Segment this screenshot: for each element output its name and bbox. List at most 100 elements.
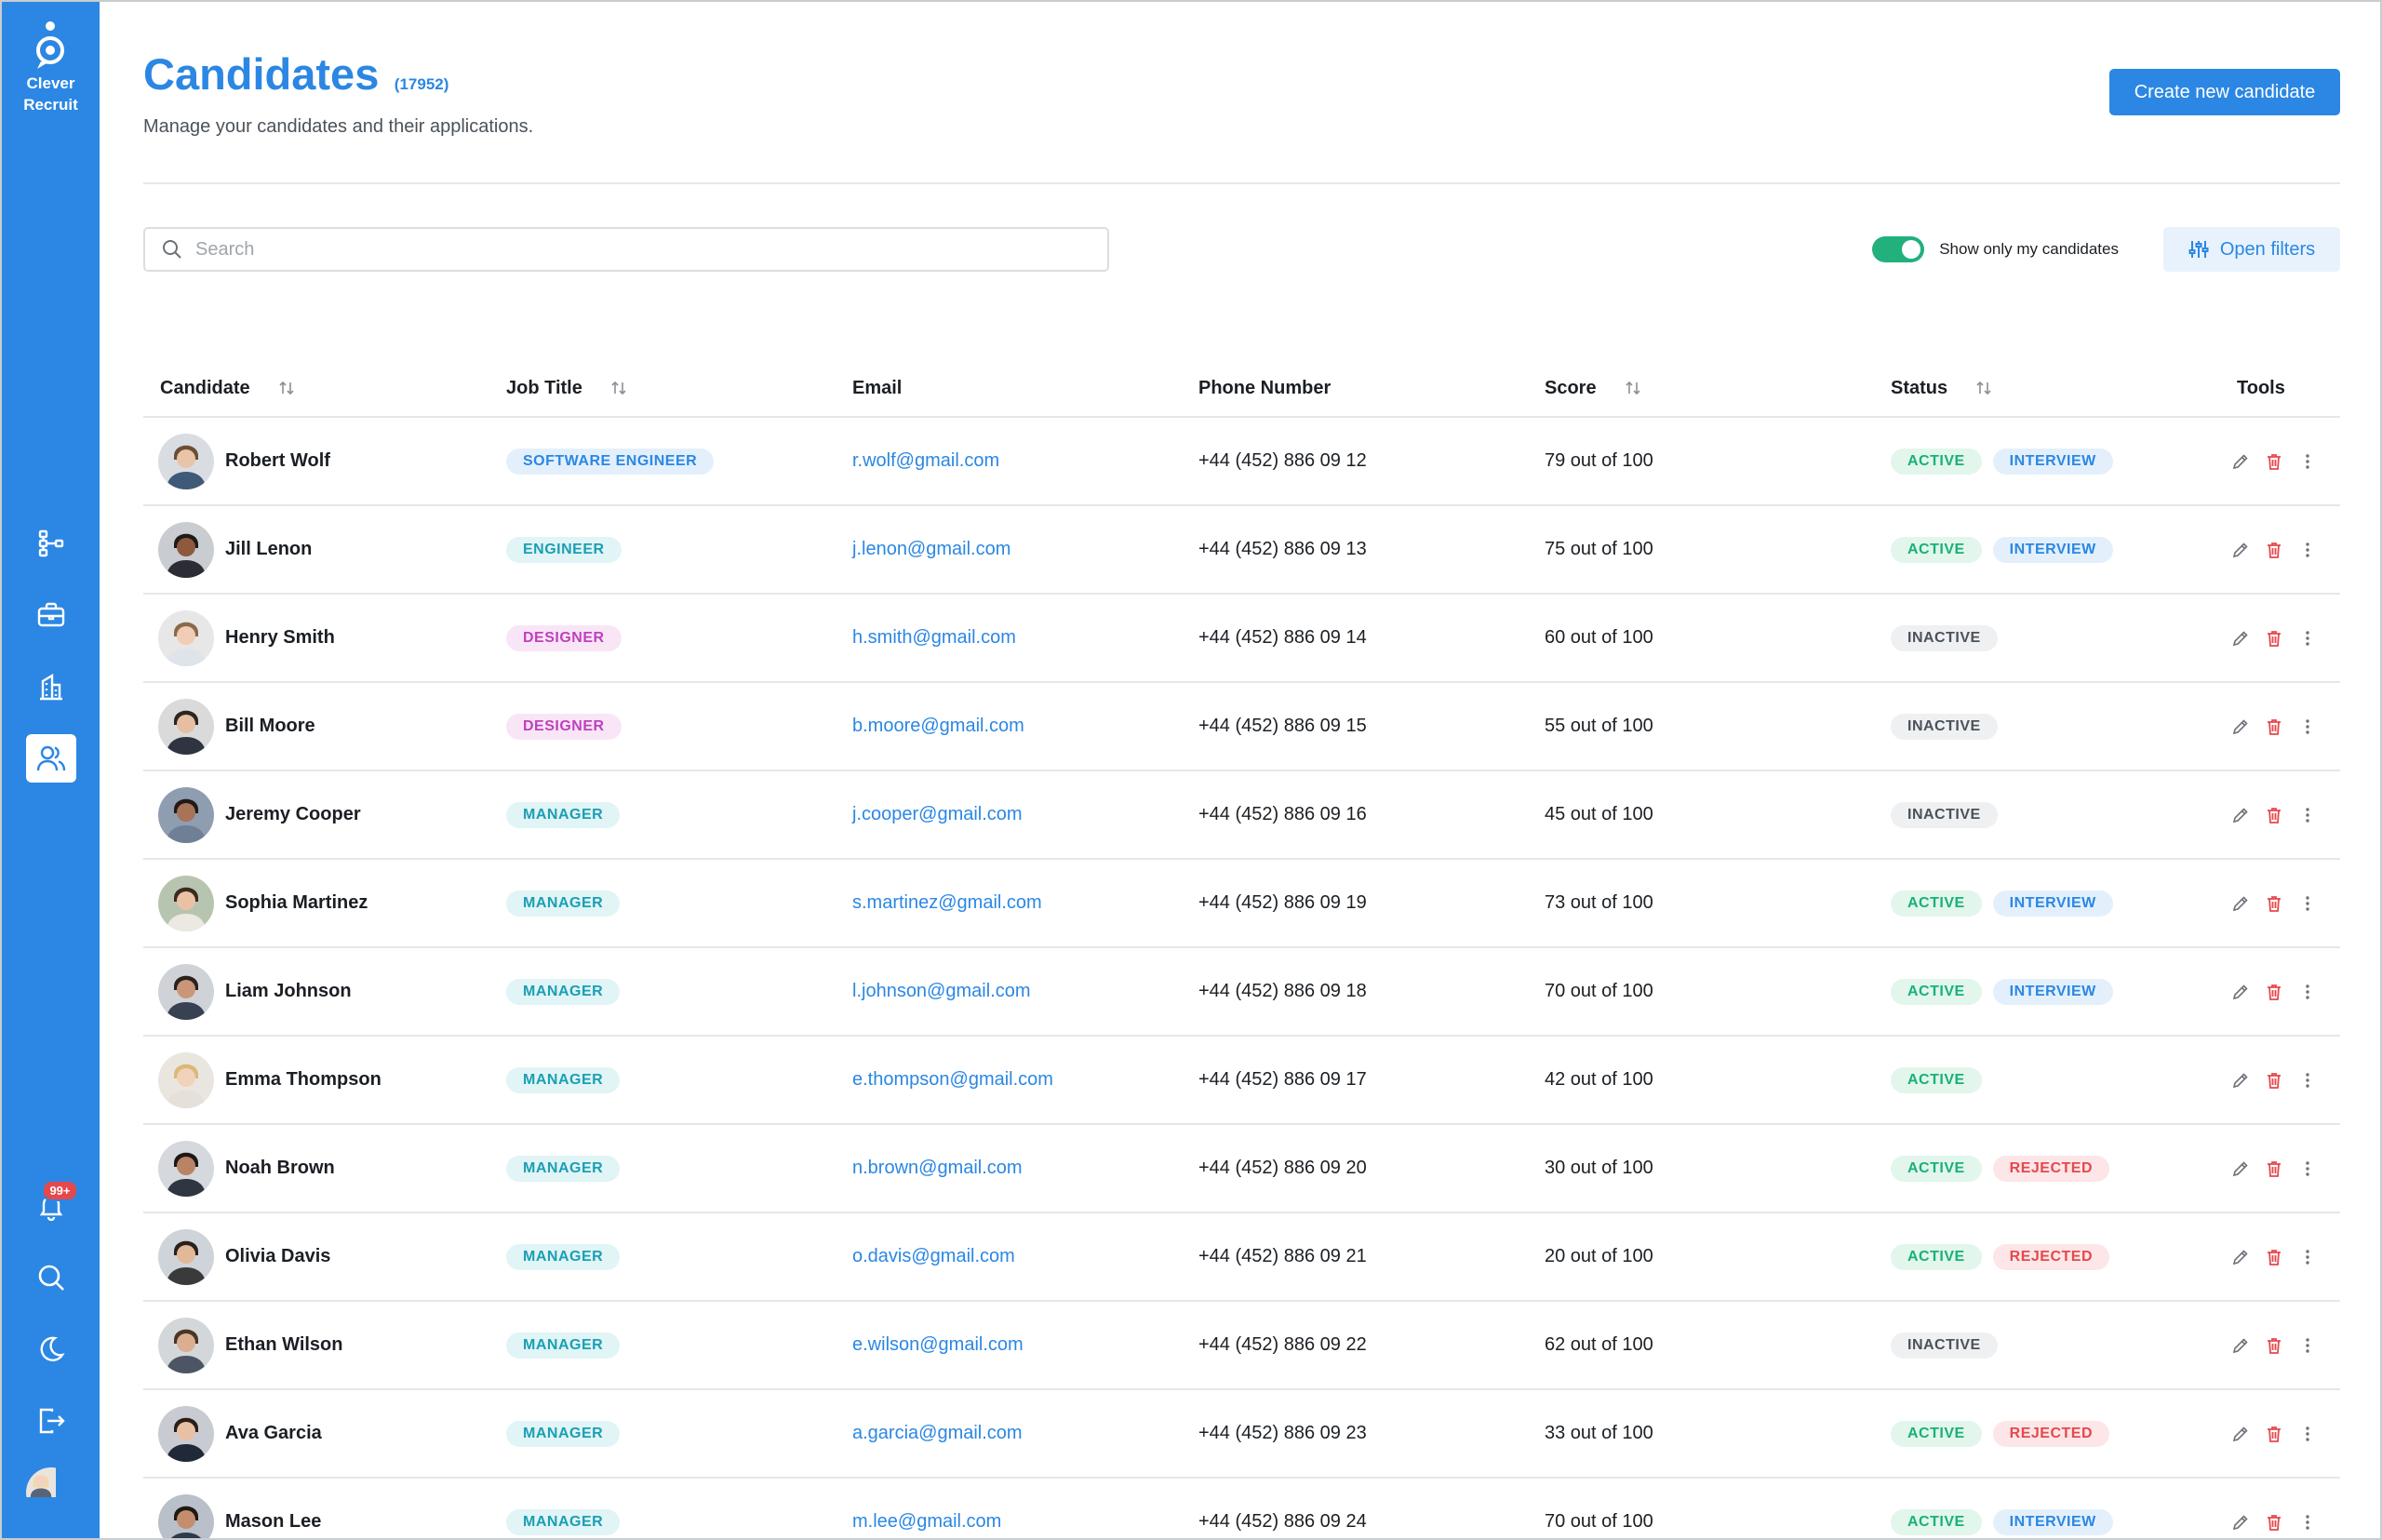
trash-icon[interactable]	[2265, 452, 2283, 471]
sidebar-item-pipeline[interactable]	[26, 519, 76, 568]
trash-icon[interactable]	[2265, 1336, 2283, 1355]
sort-icon[interactable]	[1625, 380, 1641, 396]
email-link[interactable]: o.davis@gmail.com	[852, 1246, 1015, 1267]
sidebar-item-notifications[interactable]: 99+	[26, 1180, 78, 1230]
cell-status: INACTIVE	[1874, 713, 2220, 740]
table-row[interactable]: Jill Lenon ENGINEER j.lenon@gmail.com +4…	[143, 506, 2340, 595]
candidate-name[interactable]: Liam Johnson	[225, 981, 352, 1002]
table-row[interactable]: Sophia Martinez MANAGER s.martinez@gmail…	[143, 860, 2340, 948]
edit-icon[interactable]	[2231, 452, 2250, 471]
cell-status: ACTIVE REJECTED	[1874, 1243, 2220, 1270]
email-link[interactable]: l.johnson@gmail.com	[852, 981, 1031, 1002]
more-vertical-icon[interactable]	[2298, 1336, 2317, 1355]
email-link[interactable]: j.cooper@gmail.com	[852, 804, 1023, 825]
email-link[interactable]: a.garcia@gmail.com	[852, 1423, 1023, 1444]
candidate-name[interactable]: Sophia Martinez	[225, 892, 368, 914]
email-link[interactable]: h.smith@gmail.com	[852, 627, 1016, 649]
more-vertical-icon[interactable]	[2298, 983, 2317, 1001]
edit-icon[interactable]	[2231, 1425, 2250, 1443]
more-vertical-icon[interactable]	[2298, 1159, 2317, 1178]
email-link[interactable]: e.wilson@gmail.com	[852, 1334, 1024, 1356]
candidate-name[interactable]: Ava Garcia	[225, 1423, 322, 1444]
more-vertical-icon[interactable]	[2298, 717, 2317, 736]
trash-icon[interactable]	[2265, 717, 2283, 736]
my-candidates-toggle[interactable]	[1872, 236, 1925, 262]
sidebar-item-companies[interactable]	[26, 663, 76, 711]
edit-icon[interactable]	[2231, 541, 2250, 559]
candidate-name[interactable]: Jill Lenon	[225, 539, 312, 560]
edit-icon[interactable]	[2231, 1159, 2250, 1178]
candidate-name[interactable]: Jeremy Cooper	[225, 804, 361, 825]
edit-icon[interactable]	[2231, 806, 2250, 824]
more-vertical-icon[interactable]	[2298, 1513, 2317, 1532]
table-row[interactable]: Ethan Wilson MANAGER e.wilson@gmail.com …	[143, 1302, 2340, 1390]
sidebar-item-candidates[interactable]	[25, 734, 76, 783]
table-row[interactable]: Mason Lee MANAGER m.lee@gmail.com +44 (4…	[143, 1479, 2340, 1538]
create-candidate-button[interactable]: Create new candidate	[2109, 69, 2340, 115]
trash-icon[interactable]	[2265, 1425, 2283, 1443]
job-title-tag: MANAGER	[506, 1243, 621, 1270]
open-filters-button[interactable]: Open filters	[2163, 227, 2340, 272]
candidate-name[interactable]: Ethan Wilson	[225, 1334, 342, 1356]
trash-icon[interactable]	[2265, 806, 2283, 824]
trash-icon[interactable]	[2265, 1513, 2283, 1532]
candidate-name[interactable]: Henry Smith	[225, 627, 335, 649]
table-row[interactable]: Emma Thompson MANAGER e.thompson@gmail.c…	[143, 1037, 2340, 1125]
email-link[interactable]: n.brown@gmail.com	[852, 1158, 1023, 1179]
trash-icon[interactable]	[2265, 983, 2283, 1001]
table-row[interactable]: Jeremy Cooper MANAGER j.cooper@gmail.com…	[143, 771, 2340, 860]
sidebar-item-search[interactable]	[26, 1253, 76, 1302]
table-row[interactable]: Henry Smith DESIGNER h.smith@gmail.com +…	[143, 595, 2340, 683]
trash-icon[interactable]	[2265, 1159, 2283, 1178]
sort-icon[interactable]	[610, 380, 627, 396]
edit-icon[interactable]	[2231, 1336, 2250, 1355]
table-row[interactable]: Robert Wolf SOFTWARE ENGINEER r.wolf@gma…	[143, 418, 2340, 506]
email-link[interactable]: s.martinez@gmail.com	[852, 892, 1042, 914]
candidate-name[interactable]: Emma Thompson	[225, 1069, 381, 1091]
edit-icon[interactable]	[2231, 629, 2250, 648]
email-link[interactable]: j.lenon@gmail.com	[852, 539, 1010, 560]
more-vertical-icon[interactable]	[2298, 894, 2317, 913]
more-vertical-icon[interactable]	[2298, 452, 2317, 471]
more-vertical-icon[interactable]	[2298, 806, 2317, 824]
logo[interactable]: Clever Recruit	[23, 20, 78, 115]
sort-icon[interactable]	[278, 380, 295, 396]
sidebar-item-jobs[interactable]	[26, 591, 76, 639]
candidate-name[interactable]: Robert Wolf	[225, 450, 330, 472]
edit-icon[interactable]	[2231, 717, 2250, 736]
candidate-name[interactable]: Bill Moore	[225, 716, 315, 737]
edit-icon[interactable]	[2231, 1513, 2250, 1532]
email-link[interactable]: e.thompson@gmail.com	[852, 1069, 1053, 1091]
edit-icon[interactable]	[2231, 894, 2250, 913]
trash-icon[interactable]	[2265, 894, 2283, 913]
more-vertical-icon[interactable]	[2298, 541, 2317, 559]
edit-icon[interactable]	[2231, 1248, 2250, 1266]
more-vertical-icon[interactable]	[2298, 1071, 2317, 1090]
search-input[interactable]	[195, 238, 1033, 261]
candidate-name[interactable]: Olivia Davis	[225, 1246, 330, 1267]
edit-icon[interactable]	[2231, 1071, 2250, 1090]
edit-icon[interactable]	[2231, 983, 2250, 1001]
sidebar-item-profile[interactable]	[25, 1467, 76, 1517]
candidate-name[interactable]: Mason Lee	[225, 1511, 321, 1533]
sidebar-item-theme[interactable]	[26, 1325, 76, 1373]
sort-icon[interactable]	[1975, 380, 1992, 396]
candidate-name[interactable]: Noah Brown	[225, 1158, 335, 1179]
table-row[interactable]: Olivia Davis MANAGER o.davis@gmail.com +…	[143, 1213, 2340, 1302]
table-row[interactable]: Liam Johnson MANAGER l.johnson@gmail.com…	[143, 948, 2340, 1037]
trash-icon[interactable]	[2265, 1071, 2283, 1090]
email-link[interactable]: b.moore@gmail.com	[852, 716, 1024, 737]
table-row[interactable]: Bill Moore DESIGNER b.moore@gmail.com +4…	[143, 683, 2340, 771]
more-vertical-icon[interactable]	[2298, 1425, 2317, 1443]
trash-icon[interactable]	[2265, 629, 2283, 648]
more-vertical-icon[interactable]	[2298, 629, 2317, 648]
table-row[interactable]: Ava Garcia MANAGER a.garcia@gmail.com +4…	[143, 1390, 2340, 1479]
email-link[interactable]: r.wolf@gmail.com	[852, 450, 999, 472]
table-row[interactable]: Noah Brown MANAGER n.brown@gmail.com +44…	[143, 1125, 2340, 1213]
cell-phone: +44 (452) 886 09 14	[1182, 627, 1528, 649]
trash-icon[interactable]	[2265, 541, 2283, 559]
email-link[interactable]: m.lee@gmail.com	[852, 1511, 1001, 1533]
sidebar-item-logout[interactable]	[26, 1397, 76, 1445]
trash-icon[interactable]	[2265, 1248, 2283, 1266]
more-vertical-icon[interactable]	[2298, 1248, 2317, 1266]
